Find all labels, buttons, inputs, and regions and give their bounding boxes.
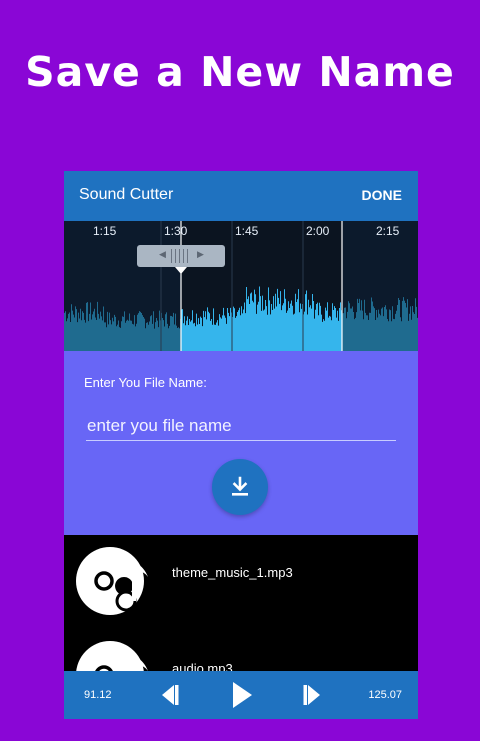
skip-forward-icon[interactable]: [302, 683, 322, 707]
music-disc-icon: [76, 547, 148, 615]
arrow-right-icon: ▶: [197, 249, 204, 259]
done-button[interactable]: DONE: [362, 187, 402, 203]
file-list: theme_music_1.mp3 audio.mp3: [64, 535, 418, 671]
download-icon: [232, 476, 248, 496]
time-tick-label: 1:45: [235, 224, 259, 238]
handle-pointer-icon: [175, 267, 187, 274]
app-title: Sound Cutter: [79, 186, 174, 203]
promo-title: Save a New Name: [25, 48, 455, 96]
file-name-label: Enter You File Name:: [84, 375, 207, 390]
time-tick-label: 1:30: [164, 224, 188, 238]
file-name-input[interactable]: [86, 411, 396, 441]
music-disc-icon: [76, 641, 148, 671]
file-name: audio.mp3: [172, 661, 233, 671]
app-bar: Sound Cutter DONE: [64, 171, 418, 221]
file-name: theme_music_1.mp3: [172, 565, 293, 580]
phone-screen: Sound Cutter DONE 1:15 1:30 1:45 2:00 2:…: [64, 171, 418, 719]
time-tick-label: 2:00: [306, 224, 330, 238]
waveform-graphic: [64, 221, 418, 351]
grip-icon: [171, 249, 191, 263]
start-time: 91.12: [84, 689, 112, 701]
save-download-button[interactable]: [212, 459, 268, 515]
skip-back-icon[interactable]: [160, 683, 180, 707]
play-icon[interactable]: [230, 680, 254, 710]
time-tick-label: 1:15: [93, 224, 117, 238]
waveform-editor[interactable]: 1:15 1:30 1:45 2:00 2:15 ◀ ▶: [64, 221, 418, 351]
list-item[interactable]: theme_music_1.mp3: [64, 535, 418, 629]
player-bar: 91.12 125.07: [64, 671, 418, 719]
list-item[interactable]: audio.mp3: [64, 629, 418, 671]
end-time: 125.07: [368, 689, 402, 701]
arrow-left-icon: ◀: [159, 249, 166, 259]
selection-start-handle[interactable]: ◀ ▶: [137, 245, 225, 267]
save-form: Enter You File Name:: [64, 351, 418, 535]
time-tick-label: 2:15: [376, 224, 400, 238]
